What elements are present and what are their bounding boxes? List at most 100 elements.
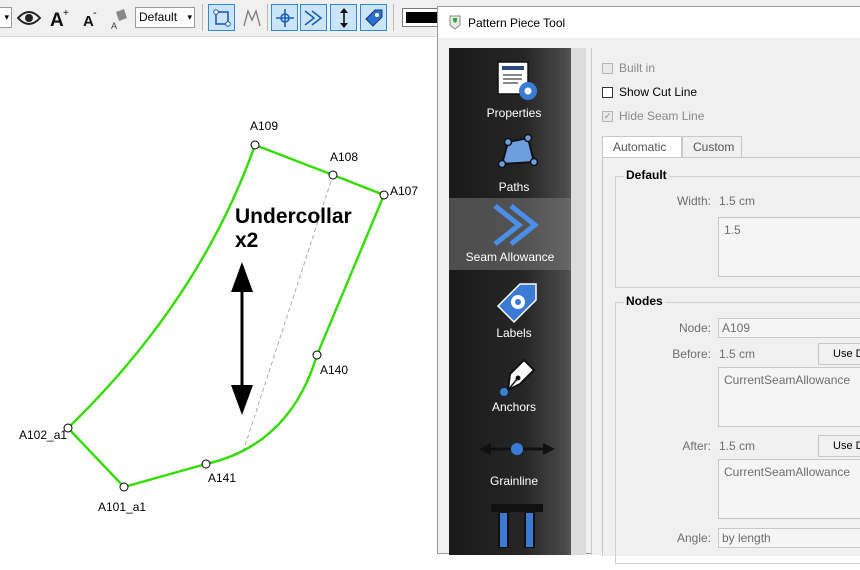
seam-allowance-icon (489, 202, 545, 248)
piece-outline (66, 143, 386, 489)
label-tool-button[interactable] (360, 4, 387, 31)
tab-automatic[interactable]: Automatic (602, 136, 682, 158)
show-cut-line-checkbox[interactable]: Show Cut Line (602, 85, 697, 99)
checkbox-label: Hide Seam Line (619, 109, 705, 123)
point-label-a101-a1: A101_a1 (98, 500, 146, 514)
line-type-combo[interactable]: Default ▾ (135, 7, 195, 28)
tab-custom[interactable]: Custom (682, 136, 742, 158)
sidebar-scrollbar[interactable] (571, 48, 586, 555)
nodes-group: Nodes Node: A109 Before: 1.5 cm Use Defa… (615, 294, 860, 564)
point-marker (379, 190, 389, 200)
drawing-canvas[interactable]: A109 A108 A107 A140 A141 A101_a1 A102_a1… (0, 37, 440, 554)
seam-allowance-panel: Built in Show Cut Line ✓ Hide Seam Line … (591, 48, 860, 564)
paths-icon (489, 132, 545, 178)
width-formula-field[interactable]: 1.5 (718, 217, 860, 277)
default-group: Default Width: 1.5 cm 1.5 (615, 168, 860, 288)
pins-icon (489, 502, 545, 548)
point-label-a109: A109 (250, 119, 278, 133)
select-point-tool-button[interactable] (208, 4, 235, 31)
point-label-a141: A141 (208, 471, 236, 485)
seam-allowance-tool-button[interactable] (300, 4, 327, 31)
checkmark-icon: ✓ (602, 110, 613, 122)
chevron-down-icon: ▾ (187, 12, 192, 22)
chevron-down-icon: ▾ (4, 12, 9, 22)
group-title: Default (624, 168, 669, 182)
grainline-tool-button[interactable] (330, 4, 357, 31)
partial-combo[interactable]: ▾ (0, 7, 12, 28)
node-label: Node: (678, 321, 711, 335)
sidebar-item-label: Properties (486, 106, 542, 120)
sidebar-item-label: Seam Allowance (465, 250, 555, 264)
before-formula-field[interactable]: CurrentSeamAllowance (718, 367, 860, 427)
toolbar-separator (202, 4, 203, 31)
hide-seam-line-checkbox[interactable]: ✓ Hide Seam Line (602, 109, 704, 123)
point-marker (119, 482, 129, 492)
sidebar-item-labels[interactable]: Labels (449, 274, 586, 346)
sidebar-item-properties[interactable]: Properties (449, 54, 586, 126)
anchors-icon (489, 352, 545, 398)
built-in-checkbox[interactable]: Built in (602, 61, 655, 75)
after-formula-field[interactable]: CurrentSeamAllowance (718, 459, 860, 519)
svg-text:+: + (63, 8, 69, 19)
point-markers (63, 140, 389, 492)
after-value: 1.5 cm (719, 439, 756, 453)
properties-icon (489, 58, 545, 104)
point-label-a102-a1: A102_a1 (19, 428, 67, 442)
angle-select[interactable]: by length (718, 528, 860, 548)
curve-tool-button[interactable] (238, 4, 265, 31)
increase-font-size-icon[interactable]: A + (45, 4, 72, 31)
checkbox-label: Built in (619, 61, 656, 75)
width-label: Width: (676, 194, 711, 208)
grainline-icon (469, 426, 565, 472)
sidebar-item-grainline[interactable]: Grainline (449, 422, 586, 494)
sidebar-item-label: Paths (498, 180, 530, 194)
pattern-piece-drawing: A109 A108 A107 A140 A141 A101_a1 A102_a1 (19, 119, 418, 514)
sidebar-item-seam-allowance[interactable]: Seam Allowance (449, 198, 571, 270)
piece-quantity: x2 (235, 229, 259, 252)
sidebar-item-label: Grainline (489, 474, 539, 488)
point-marker (250, 140, 260, 150)
before-label: Before: (672, 347, 711, 361)
node-select[interactable]: A109 (718, 318, 860, 338)
crosshair-tool-button[interactable] (271, 4, 298, 31)
dialog-titlebar[interactable]: Pattern Piece Tool (438, 7, 860, 38)
toolbar-separator (267, 4, 268, 31)
after-use-default-button[interactable]: Use Default (818, 435, 860, 457)
angle-label: Angle: (676, 531, 711, 545)
piece-name: Undercollar (235, 205, 352, 228)
svg-text:A: A (111, 21, 117, 30)
point-marker (312, 350, 322, 360)
toolbar-separator (393, 4, 394, 31)
sidebar-item-label: Anchors (491, 400, 537, 414)
svg-text:-: - (93, 7, 97, 19)
pattern-piece-tool-dialog: Pattern Piece Tool Properties Paths Seam… (437, 6, 860, 564)
app-icon (447, 14, 463, 33)
sidebar-item-label: Labels (496, 326, 532, 340)
group-title: Nodes (624, 294, 665, 308)
point-label-a108: A108 (330, 150, 358, 164)
before-value: 1.5 cm (719, 347, 756, 361)
after-label: After: (682, 439, 711, 453)
line-type-combo-value: Default (139, 10, 178, 24)
width-value: 1.5 cm (719, 194, 756, 208)
point-marker (201, 459, 211, 469)
show-visibility-eye-icon[interactable] (15, 4, 42, 31)
label-color-icon[interactable]: A (106, 4, 133, 31)
svg-text:A: A (50, 10, 64, 29)
piece-name-label: Undercollar x2 (235, 205, 352, 253)
checkbox-box (602, 62, 613, 74)
decrease-font-size-icon[interactable]: A- (76, 4, 103, 31)
before-use-default-button[interactable]: Use Default (818, 343, 860, 365)
sidebar-item-anchors[interactable]: Anchors (449, 348, 586, 420)
dialog-title: Pattern Piece Tool (468, 16, 566, 30)
dialog-sidebar: Properties Paths Seam Allowance Labels A… (449, 48, 586, 555)
checkbox-box (602, 86, 613, 98)
grainline-arrow (231, 262, 253, 415)
point-label-a140: A140 (320, 363, 348, 377)
automatic-tab-content: Default Width: 1.5 cm 1.5 Nodes Node: A1… (602, 157, 860, 564)
sidebar-item-pins[interactable] (449, 498, 586, 570)
point-label-a107: A107 (390, 184, 418, 198)
labels-icon (489, 278, 545, 324)
point-marker (328, 170, 338, 180)
sidebar-item-paths[interactable]: Paths (449, 128, 586, 200)
